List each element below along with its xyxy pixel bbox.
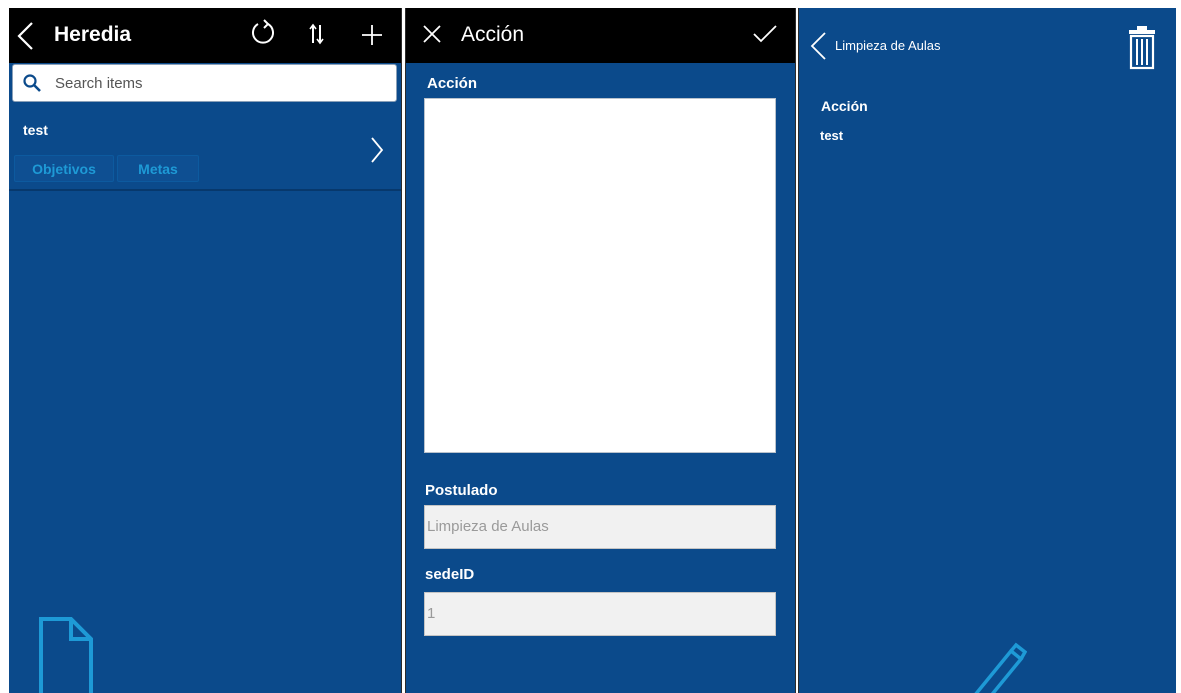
sort-icon[interactable] xyxy=(308,22,326,46)
detail-title: Limpieza de Aulas xyxy=(835,38,941,53)
sedeid-field[interactable]: 1 xyxy=(424,592,776,636)
accion-label: Acción xyxy=(427,75,478,92)
list-title: Heredia xyxy=(54,23,132,46)
list-screen: Heredia Search items test Objetivos Meta… xyxy=(9,8,402,693)
trash-icon[interactable] xyxy=(1127,26,1157,70)
edit-title: Acción xyxy=(461,23,525,46)
objetivos-link[interactable]: Objetivos xyxy=(14,155,114,182)
list-header: Heredia xyxy=(9,8,401,63)
sedeid-label: sedeID xyxy=(425,566,475,583)
document-icon[interactable] xyxy=(38,616,94,693)
item-title: test xyxy=(23,122,48,138)
chevron-right-icon[interactable] xyxy=(369,135,385,165)
search-placeholder: Search items xyxy=(55,75,143,92)
detail-field-value: test xyxy=(820,128,844,143)
metas-link[interactable]: Metas xyxy=(117,155,199,182)
list-item[interactable]: test Objetivos Metas xyxy=(9,111,401,191)
accion-textarea[interactable] xyxy=(424,98,776,453)
detail-field-label: Acción xyxy=(821,98,868,114)
back-icon[interactable] xyxy=(15,20,35,52)
postulado-field[interactable]: Limpieza de Aulas xyxy=(424,505,776,549)
check-icon[interactable] xyxy=(752,24,778,44)
search-icon xyxy=(23,74,41,92)
postulado-label: Postulado xyxy=(425,482,498,499)
pencil-icon[interactable] xyxy=(967,633,1027,693)
add-icon[interactable] xyxy=(361,24,383,46)
edit-screen: Acción Acción Postulado Limpieza de Aula… xyxy=(405,8,796,693)
edit-header: Acción xyxy=(406,8,795,63)
close-icon[interactable] xyxy=(422,24,442,44)
back-icon[interactable] xyxy=(808,30,828,62)
search-input[interactable]: Search items xyxy=(12,64,397,102)
refresh-icon[interactable] xyxy=(250,18,276,46)
detail-screen: Limpieza de Aulas Acción test xyxy=(798,8,1176,693)
